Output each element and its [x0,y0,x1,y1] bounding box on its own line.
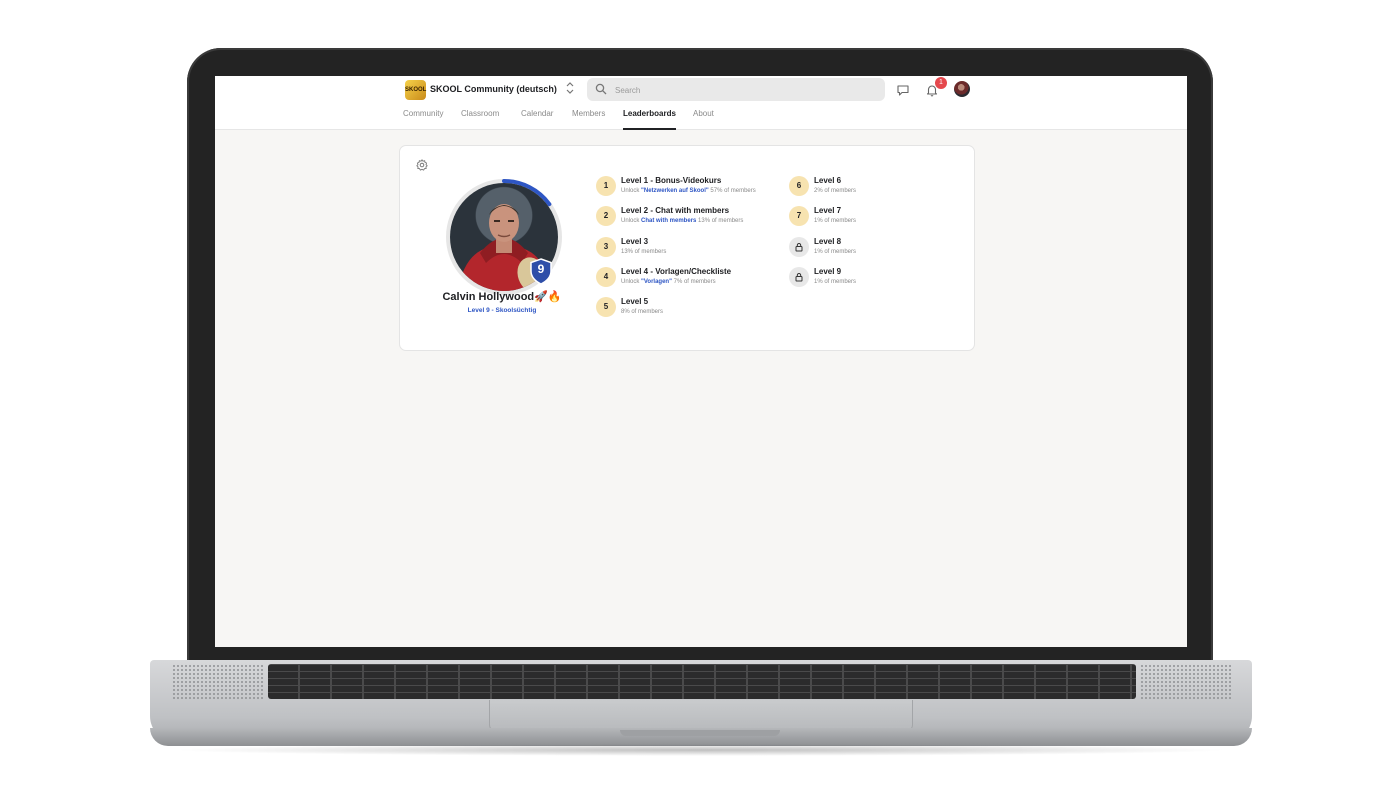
level-subtitle: Unlock Chat with members 13% of members [621,218,743,224]
search-icon [595,83,607,95]
level-unlock-link[interactable]: "Netzwerken auf Skool" [641,188,709,194]
level-title: Level 2 - Chat with members [621,206,730,215]
level-title: Level 3 [621,237,649,246]
laptop-keyboard [268,664,1136,699]
app-screen: SKOOL SKOOL Community (deutsch) 1 Commun… [215,76,1187,647]
level-number-circle: 2 [596,206,616,226]
level-unlock-link[interactable]: Chat with members [641,218,696,224]
level-title: Level 9 [814,267,842,276]
level-title: Level 8 [814,237,842,246]
speaker-grille-right [1140,664,1232,699]
level-number-circle: 4 [596,267,616,287]
level-number-circle: 7 [789,206,809,226]
level-subtitle: 1% of members [814,279,857,285]
level-title: Level 1 - Bonus-Videokurs [621,176,722,185]
tab-members[interactable]: Members [572,109,605,128]
level-unlock-link[interactable]: "Vorlagen" [641,279,672,285]
level-subtitle: Unlock "Netzwerken auf Skool" 57% of mem… [621,188,756,194]
profile-name-text: Calvin Hollywood [442,291,535,303]
level-member-percent: 13% of members [696,218,744,224]
chevron-updown-icon[interactable] [566,82,574,96]
avatar[interactable] [954,81,970,97]
levels-card: 9 Calvin Hollywood🚀🔥 Level 9 - Skoolsüch… [399,145,975,351]
level-subtitle: 1% of members [814,218,857,224]
level-number-circle: 6 [789,176,809,196]
top-header: SKOOL SKOOL Community (deutsch) 1 Commun… [215,76,1187,130]
level-unlock-prefix: Unlock [621,188,642,194]
profile-name[interactable]: Calvin Hollywood🚀🔥 [420,290,584,303]
level-number-circle: 3 [596,237,616,257]
lock-icon [795,273,803,282]
tab-about[interactable]: About [693,109,714,128]
level-member-percent: 57% of members [708,188,756,194]
community-name[interactable]: SKOOL Community (deutsch) [430,84,557,94]
lock-icon [795,243,803,252]
level-subtitle: 2% of members [814,188,857,194]
tab-calendar[interactable]: Calendar [521,109,553,128]
level-number-circle: 5 [596,297,616,317]
community-logo[interactable]: SKOOL [405,80,426,100]
level-badge-number: 9 [537,262,545,276]
level-locked-circle [789,267,809,287]
level-unlock-prefix: Unlock [621,279,642,285]
profile-level-text: Level 9 - Skoolsüchtig [467,307,537,314]
level-title: Level 4 - Vorlagen/Checkliste [621,267,732,276]
level-subtitle: 13% of members [621,249,667,255]
tab-leaderboards[interactable]: Leaderboards [623,109,676,130]
gear-icon[interactable] [416,159,428,171]
notification-count-badge[interactable]: 1 [935,77,947,89]
level-title: Level 7 [814,206,842,215]
tab-classroom[interactable]: Classroom [461,109,499,128]
tab-community[interactable]: Community [403,109,443,128]
level-title: Level 5 [621,297,649,306]
laptop-notch [620,730,780,736]
search-input[interactable] [613,82,877,99]
search-bar[interactable] [587,78,885,101]
level-subtitle: Unlock "Vorlagen" 7% of members [621,279,716,285]
level-title: Level 6 [814,176,842,185]
profile-name-emoji: 🚀🔥 [534,291,562,303]
level-number-circle: 1 [596,176,616,196]
level-unlock-prefix: Unlock [621,218,642,224]
level-member-percent: 7% of members [671,279,716,285]
level-subtitle: 1% of members [814,249,857,255]
laptop-trackpad [489,700,913,731]
level-locked-circle [789,237,809,257]
level-subtitle: 8% of members [621,309,664,315]
laptop-shadow [170,744,1232,756]
chat-icon[interactable] [896,83,910,97]
speaker-grille-left [172,664,264,699]
